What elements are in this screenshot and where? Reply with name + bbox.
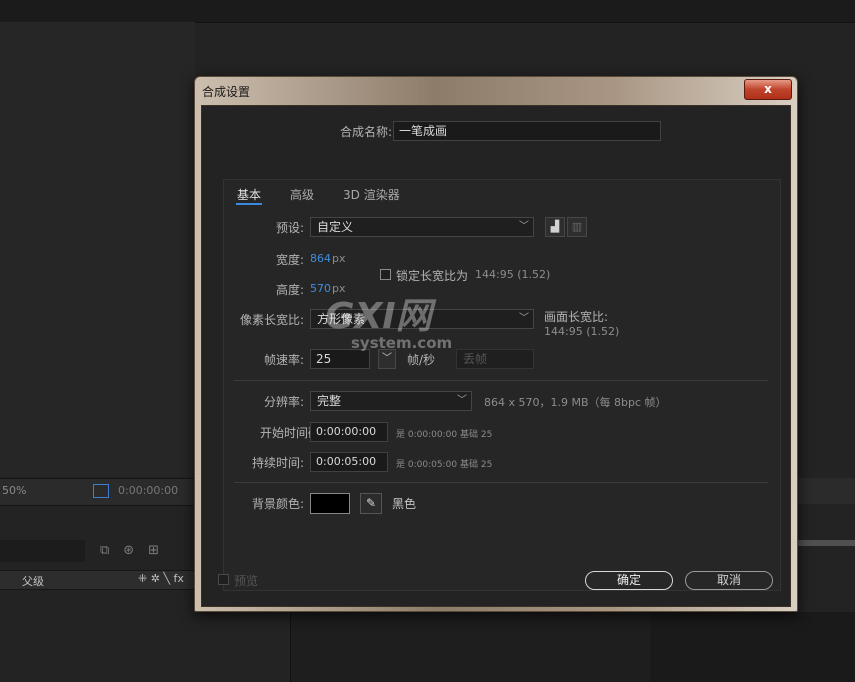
close-icon: x [764, 82, 772, 96]
bg-color-swatch[interactable] [310, 493, 350, 514]
drop-frame-select: 丢帧 [456, 349, 534, 369]
comp-name-input[interactable]: 一笔成画 [393, 121, 661, 141]
drop-frame-value: 丢帧 [463, 352, 488, 366]
duration-input[interactable]: 0:00:05:00 [310, 452, 388, 472]
watermark-line1: GXI网 [325, 296, 432, 337]
tab-basic[interactable]: 基本 [237, 186, 261, 203]
resolution-select[interactable]: 完整 ﹀ [310, 391, 472, 411]
right-scrollbar[interactable] [795, 540, 855, 546]
preset-label: 预设: [275, 221, 304, 235]
chevron-down-icon: ﹀ [519, 313, 529, 324]
timeline-area-right [650, 612, 855, 682]
watermark-line2: system.com [351, 334, 453, 352]
cancel-button[interactable]: 取消 [685, 571, 773, 590]
zoom-level[interactable]: 50% [2, 484, 26, 497]
start-timecode-label: 开始时间码: [259, 426, 324, 440]
watermark-logo: GXI网 system.com [325, 296, 453, 353]
delete-preset-icon[interactable]: ▥ [567, 217, 587, 237]
parent-column-label: 父级 [22, 575, 44, 588]
duration-base: 基础 25 [460, 460, 493, 470]
composition-settings-dialog: 合成设置 x 合成名称: 一笔成画 基本 高级 3D 渲染器 预设: 自定义 ﹀… [194, 76, 798, 612]
right-toolbar-strip [795, 478, 855, 504]
chevron-down-icon: ﹀ [519, 221, 529, 232]
timeline-tool-icons[interactable]: ⧉⊛⊞ [100, 543, 173, 558]
layer-column-header: 父级 ⁜ ✲ ╲ fx [0, 570, 200, 590]
start-timecode-base: 基础 25 [460, 430, 493, 440]
duration-label: 持续时间: [251, 456, 304, 470]
lock-aspect-checkbox[interactable] [380, 269, 391, 280]
separator [234, 482, 768, 483]
height-unit: px [332, 282, 346, 295]
eyedropper-icon[interactable]: ✎ [360, 493, 382, 514]
comp-name-label: 合成名称: [339, 125, 392, 139]
separator [234, 380, 768, 381]
resolution-info: 864 x 570，1.9 MB（每 8bpc 帧） [484, 396, 667, 409]
bg-color-name: 黑色 [392, 497, 417, 511]
height-value[interactable]: 570 [310, 282, 331, 295]
dialog-title: 合成设置 [202, 85, 251, 99]
app-top-bar [0, 0, 855, 23]
start-timecode-input[interactable]: 0:00:00:00 [310, 422, 388, 442]
duration-note: 是 0:00:05:00 [396, 460, 458, 470]
resolution-label: 分辨率: [263, 395, 304, 409]
start-timecode-note: 是 0:00:00:00 [396, 430, 458, 440]
width-unit: px [332, 252, 346, 265]
timeline-area [290, 612, 651, 682]
frame-aspect-label: 画面长宽比: [544, 310, 609, 324]
active-tab-indicator [236, 203, 262, 205]
switches-icons: ⁜ ✲ ╲ fx [138, 572, 184, 585]
dialog-titlebar[interactable]: 合成设置 x [195, 77, 797, 103]
frame-rate-input[interactable]: 25 [310, 349, 370, 369]
lock-aspect-label: 锁定长宽比为 [396, 269, 469, 283]
width-label: 宽度: [275, 253, 304, 267]
chevron-down-icon: ﹀ [457, 395, 467, 406]
bg-color-label: 背景颜色: [251, 497, 304, 511]
save-preset-icon[interactable]: ▟ [545, 217, 565, 237]
height-label: 高度: [275, 283, 304, 297]
resolution-value: 完整 [317, 394, 342, 408]
ok-button[interactable]: 确定 [585, 571, 673, 590]
pixel-aspect-label: 像素长宽比: [239, 313, 304, 327]
tab-3d-renderer[interactable]: 3D 渲染器 [343, 186, 400, 203]
frame-aspect-value: 144:95 (1.52) [544, 325, 620, 338]
preset-value: 自定义 [317, 220, 354, 234]
frame-rate-dropdown-icon[interactable]: ﹀ [378, 349, 396, 369]
lock-aspect-value: 144:95 (1.52) [475, 268, 551, 281]
frame-rate-label: 帧速率: [263, 353, 304, 367]
width-value[interactable]: 864 [310, 252, 331, 265]
frame-icon[interactable] [93, 484, 109, 498]
dialog-client-area: 合成名称: 一笔成画 基本 高级 3D 渲染器 预设: 自定义 ﹀ ▟ ▥ 宽度… [201, 105, 791, 607]
preset-select[interactable]: 自定义 ﹀ [310, 217, 534, 237]
current-time[interactable]: 0:00:00:00 [118, 484, 178, 497]
frame-rate-unit: 帧/秒 [407, 353, 436, 367]
close-button[interactable]: x [744, 79, 792, 100]
preview-checkbox[interactable] [218, 574, 229, 585]
tab-panel: 基本 高级 3D 渲染器 预设: 自定义 ﹀ ▟ ▥ 宽度: 864 px 锁定… [223, 179, 781, 591]
timeline-search-input[interactable] [0, 540, 85, 562]
preview-label: 预览 [234, 574, 259, 588]
viewer-toolbar: 50% 0:00:00:00 [0, 478, 200, 506]
composition-panel-background [0, 22, 195, 477]
tab-advanced[interactable]: 高级 [290, 186, 314, 203]
